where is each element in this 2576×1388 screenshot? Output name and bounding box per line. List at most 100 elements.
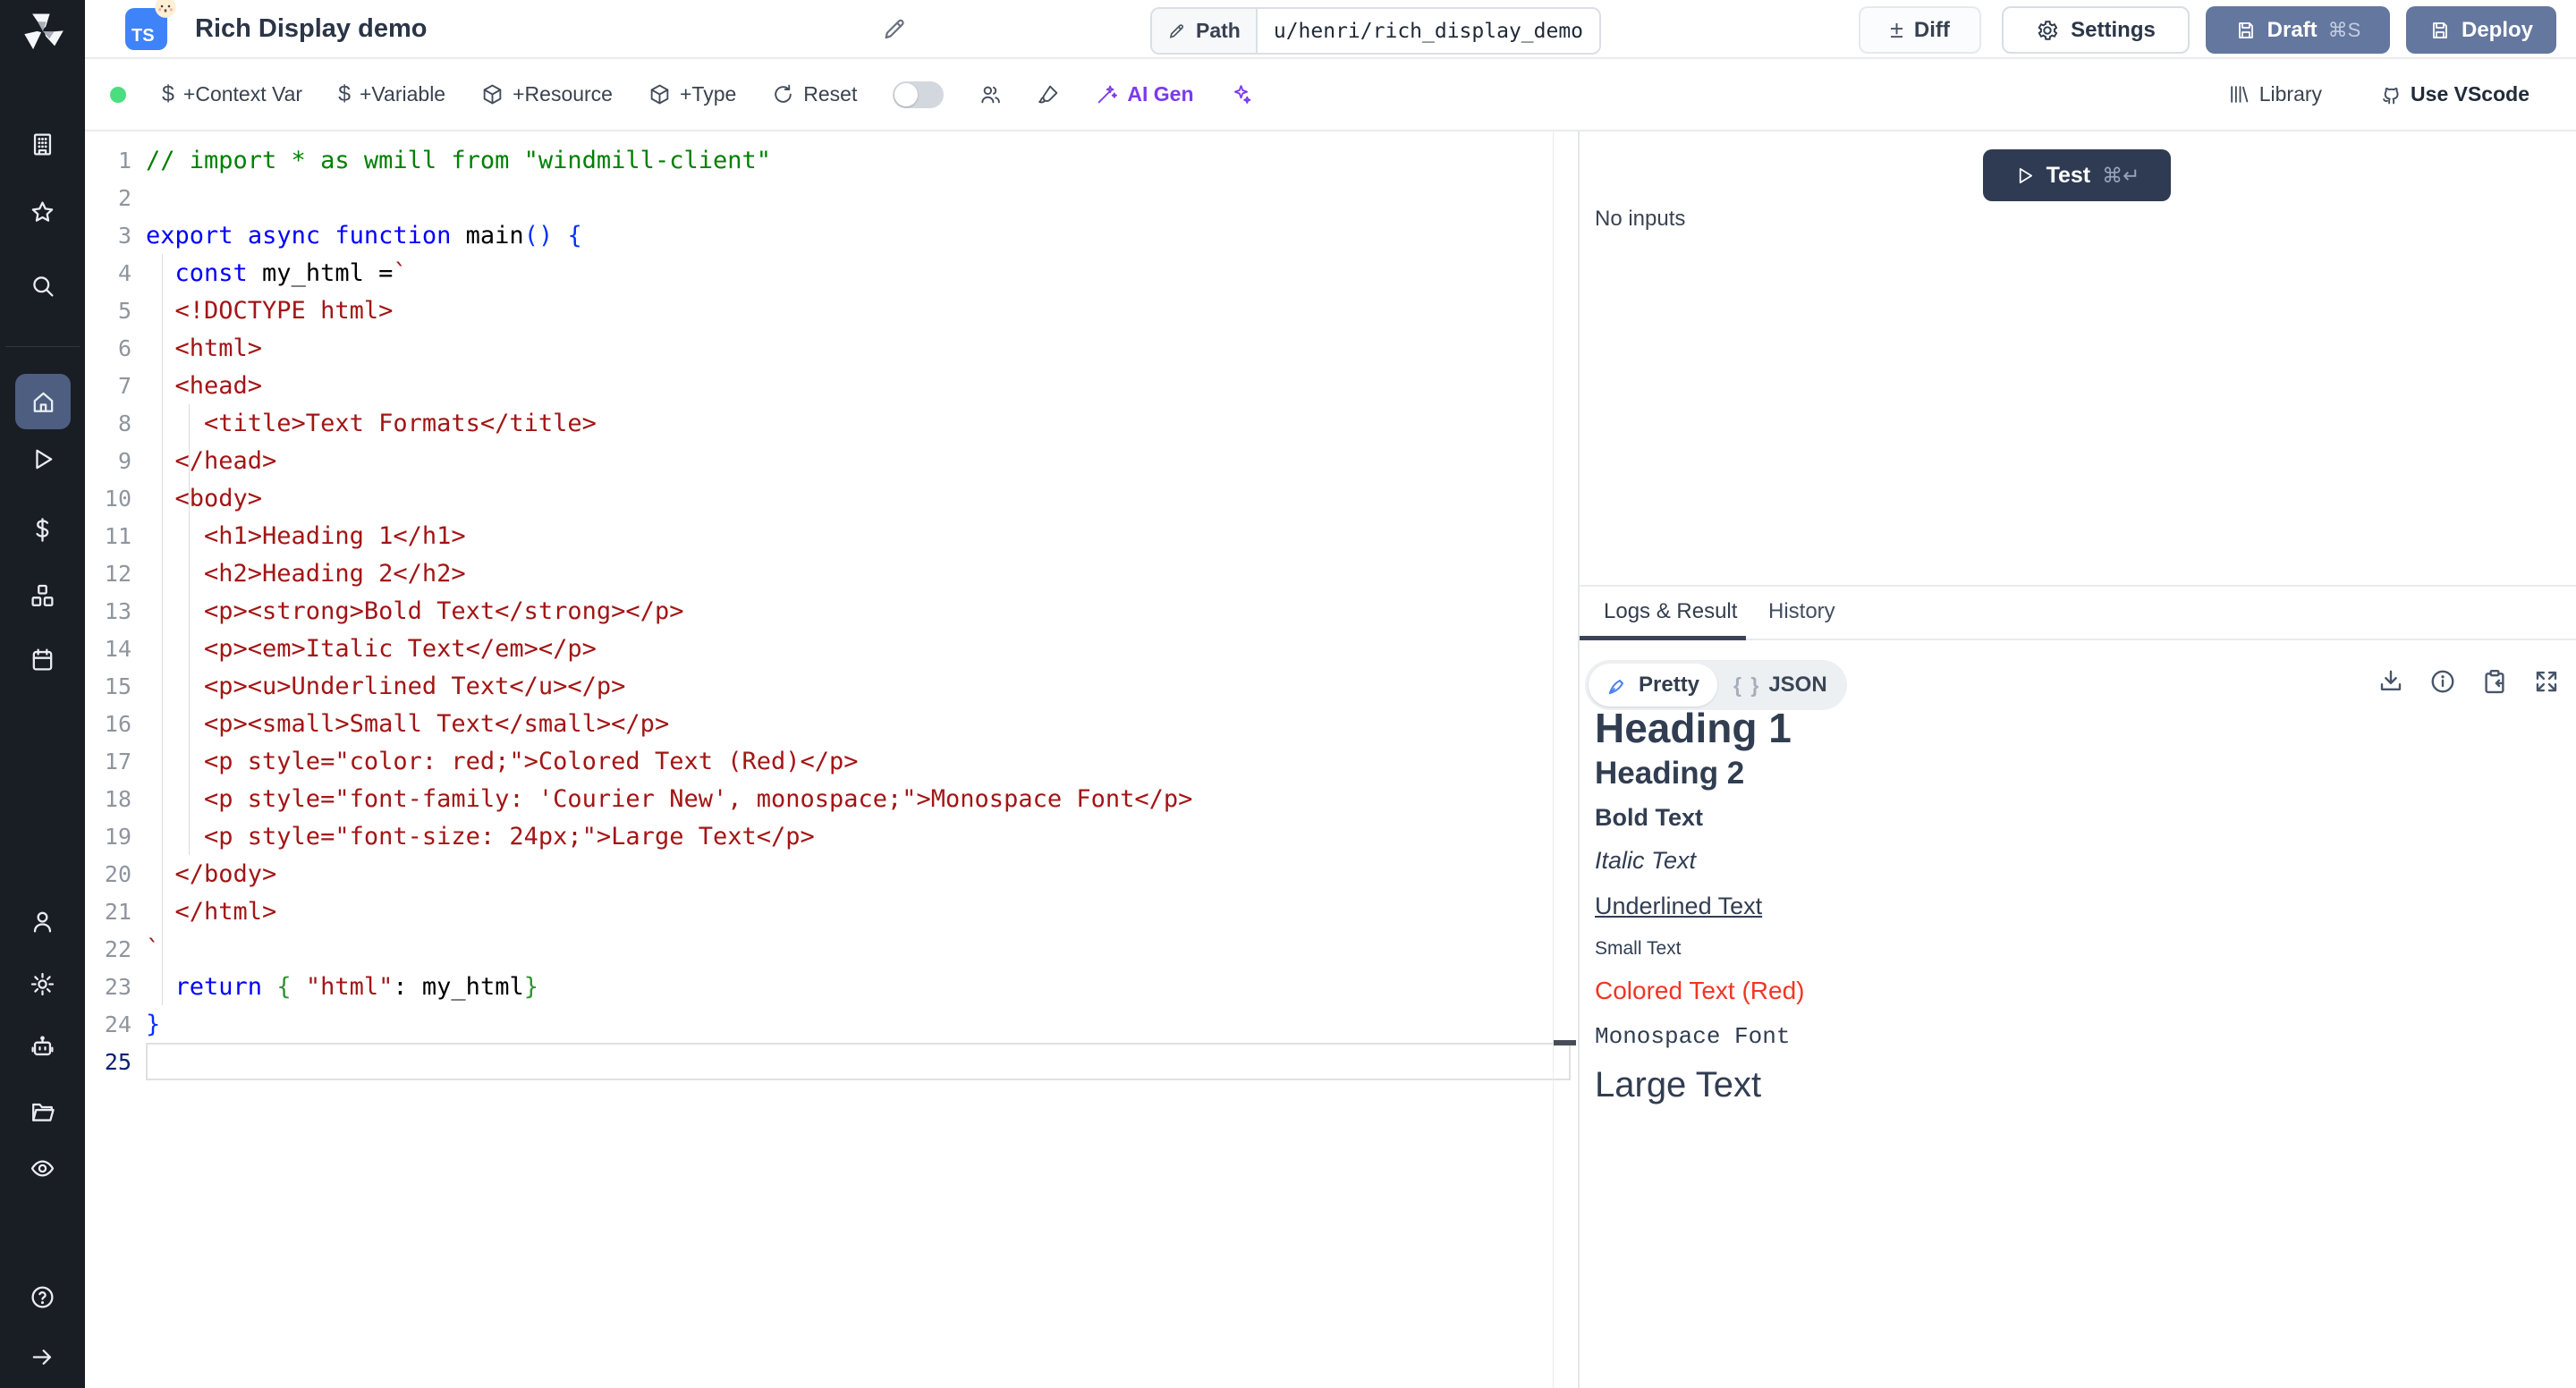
ai-gen-button[interactable]: AI Gen <box>1096 82 1193 106</box>
code-line[interactable]: 1// import * as wmill from "windmill-cli… <box>85 141 1578 179</box>
current-line-highlight <box>146 1043 1571 1080</box>
code-line[interactable]: 25 <box>85 1043 1578 1080</box>
expand-fullscreen-icon[interactable] <box>2533 668 2560 695</box>
result-line-h1: Heading 1 <box>1595 704 1804 751</box>
deploy-button[interactable]: Deploy <box>2406 6 2556 54</box>
help-icon[interactable] <box>0 1282 85 1312</box>
sidebar-item-schedules[interactable] <box>0 644 85 674</box>
line-number: 5 <box>85 298 131 324</box>
code-line[interactable]: 16 <p><small>Small Text</small></p> <box>85 705 1578 742</box>
code-line[interactable]: 23 return { "html": my_html} <box>85 968 1578 1005</box>
code-line[interactable]: 9 </head> <box>85 442 1578 479</box>
page-title: Rich Display demo <box>195 14 427 44</box>
line-number: 10 <box>85 486 131 512</box>
code-line[interactable]: 13 <p><strong>Bold Text</strong></p> <box>85 592 1578 630</box>
tab-history[interactable]: History <box>1768 599 1835 624</box>
sidebar-item-settings[interactable] <box>0 969 85 999</box>
code-line[interactable]: 17 <p style="color: red;">Colored Text (… <box>85 742 1578 780</box>
result-line-underline: Underlined Text <box>1595 883 1804 930</box>
code-line[interactable]: 7 <head> <box>85 367 1578 404</box>
active-tab-indicator <box>1580 636 1746 640</box>
library-button[interactable]: Library <box>2228 82 2322 106</box>
code-line[interactable]: 14 <p><em>Italic Text</em></p> <box>85 630 1578 667</box>
path-value[interactable]: u/henri/rich_display_demo <box>1258 9 1599 53</box>
result-line-italic: Italic Text <box>1595 839 1804 883</box>
json-view-button[interactable]: { } JSON <box>1717 673 1843 698</box>
collab-mode-toggle[interactable] <box>893 81 944 108</box>
diff-icon: ± <box>1890 16 1903 44</box>
code-line[interactable]: 5 <!DOCTYPE html> <box>85 292 1578 329</box>
collapse-sidebar-icon[interactable] <box>0 1341 85 1372</box>
code-line[interactable]: 21 </html> <box>85 893 1578 930</box>
editor-scrollbar[interactable] <box>1553 131 1554 1388</box>
code-line[interactable]: 20 </body> <box>85 855 1578 893</box>
search-icon[interactable] <box>0 270 85 300</box>
line-number: 8 <box>85 410 131 436</box>
line-number: 23 <box>85 974 131 1000</box>
info-icon[interactable] <box>2429 668 2456 695</box>
format-brush-icon[interactable] <box>1038 83 1060 106</box>
windmill-script-editor: TS Rich Display demo Path u/henri/rich_d… <box>0 0 2576 1388</box>
sidebar-item-runs[interactable] <box>0 444 85 474</box>
rendered-html-result: Heading 1Heading 2Bold TextItalic TextUn… <box>1595 704 1804 1110</box>
code-line[interactable]: 6 <html> <box>85 329 1578 367</box>
add-resource-button[interactable]: +Resource <box>481 82 613 106</box>
line-number: 18 <box>85 786 131 812</box>
script-path-field[interactable]: Path u/henri/rich_display_demo <box>1150 7 1601 55</box>
edit-summary-pencil-icon[interactable] <box>881 15 908 42</box>
download-icon[interactable] <box>2377 668 2404 695</box>
path-label-segment: Path <box>1152 9 1258 53</box>
code-line[interactable]: 10 <body> <box>85 479 1578 517</box>
package-icon <box>648 83 671 106</box>
sidebar-item-folders[interactable] <box>0 1096 85 1127</box>
sidebar-item-users[interactable] <box>0 906 85 936</box>
top-header: TS Rich Display demo Path u/henri/rich_d… <box>85 0 2576 59</box>
settings-button[interactable]: Settings <box>2002 6 2190 54</box>
workspace-icon[interactable] <box>0 129 85 159</box>
sidebar-item-home[interactable] <box>15 374 71 429</box>
windmill-logo-icon[interactable] <box>0 5 85 57</box>
pretty-view-button[interactable]: Pretty <box>1589 664 1717 707</box>
copy-to-clipboard-icon[interactable] <box>2481 668 2508 695</box>
code-line[interactable]: 22` <box>85 930 1578 968</box>
play-icon <box>2014 165 2035 186</box>
code-line[interactable]: 8 <title>Text Formats</title> <box>85 404 1578 442</box>
add-context-var-button[interactable]: $ +Context Var <box>162 81 302 107</box>
library-icon <box>2228 83 2250 106</box>
favorites-star-icon[interactable] <box>0 197 85 227</box>
scrollbar-cursor-mark <box>1554 1040 1576 1045</box>
diff-button[interactable]: ± Diff <box>1859 6 1981 54</box>
code-line[interactable]: 12 <h2>Heading 2</h2> <box>85 554 1578 592</box>
code-line[interactable]: 11 <h1>Heading 1</h1> <box>85 517 1578 554</box>
code-line[interactable]: 18 <p style="font-family: 'Courier New',… <box>85 780 1578 817</box>
multiplayer-users-icon[interactable] <box>979 83 1002 106</box>
sidebar-item-variables[interactable] <box>0 514 85 545</box>
code-line[interactable]: 15 <p><u>Underlined Text</u></p> <box>85 667 1578 705</box>
sidebar-item-audit-logs[interactable] <box>0 1153 85 1183</box>
add-variable-button[interactable]: $ +Variable <box>338 81 445 107</box>
sidebar-item-ai-assistant[interactable] <box>0 1031 85 1062</box>
sidebar-item-resources[interactable] <box>0 580 85 611</box>
test-button[interactable]: Test ⌘↵ <box>1983 149 2171 201</box>
result-line-small: Small Text <box>1595 930 1804 968</box>
use-vscode-button[interactable]: Use VScode <box>2379 82 2529 106</box>
line-number: 11 <box>85 523 131 549</box>
tab-logs-result[interactable]: Logs & Result <box>1604 599 1737 624</box>
result-line-large: Large Text <box>1595 1060 1804 1110</box>
save-draft-button[interactable]: Draft ⌘S <box>2206 6 2390 54</box>
sparkles-icon[interactable] <box>1230 83 1252 106</box>
dollar-icon: $ <box>338 81 351 107</box>
code-line[interactable]: 19 <p style="font-size: 24px;">Large Tex… <box>85 817 1578 855</box>
line-number: 13 <box>85 598 131 624</box>
line-number: 2 <box>85 185 131 211</box>
code-editor[interactable]: 1// import * as wmill from "windmill-cli… <box>85 131 1578 1388</box>
reset-button[interactable]: Reset <box>772 82 857 106</box>
line-number: 24 <box>85 1011 131 1037</box>
line-number: 1 <box>85 148 131 174</box>
code-line[interactable]: 24} <box>85 1005 1578 1043</box>
add-type-button[interactable]: +Type <box>648 82 736 106</box>
code-line[interactable]: 3export async function main() { <box>85 216 1578 254</box>
code-line[interactable]: 2 <box>85 179 1578 216</box>
edit-path-pencil-icon <box>1167 21 1186 40</box>
code-line[interactable]: 4 const my_html =` <box>85 254 1578 292</box>
